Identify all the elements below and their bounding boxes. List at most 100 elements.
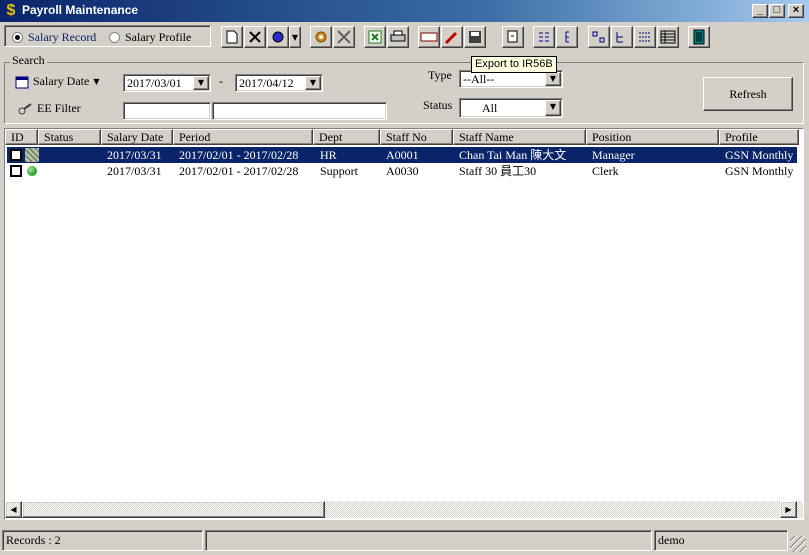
close-button[interactable]: × (788, 4, 804, 18)
new-button[interactable] (221, 26, 243, 48)
type-value: --All-- (463, 72, 495, 86)
payroll-grid (4, 128, 804, 520)
hatched-status-icon (25, 148, 39, 162)
scrollbar-thumb[interactable] (22, 501, 325, 518)
cell-salary-date: 2017/03/31 (107, 164, 162, 178)
payslip-button[interactable] (418, 26, 440, 48)
view-large-button[interactable] (588, 26, 610, 48)
cell-profile: GSN Monthly (725, 148, 794, 162)
calculate-button[interactable] (310, 26, 332, 48)
cell-position: Clerk (592, 164, 619, 178)
maximize-button[interactable]: □ (769, 4, 785, 18)
ee-filter-input-2[interactable] (212, 102, 387, 120)
copy-icon (507, 30, 518, 43)
blue-ball-icon (272, 31, 284, 43)
status-value: All (482, 101, 498, 115)
minimize-button[interactable]: _ (752, 4, 768, 18)
cell-staff-name: Chan Tai Man 陳大文 (459, 148, 567, 162)
view-tree-button[interactable] (611, 26, 633, 48)
date-separator: - (219, 74, 223, 88)
export-ir56b-tooltip: Export to IR56B (471, 56, 557, 73)
dropdown-arrow-icon: ▼ (291, 32, 299, 42)
refresh-button[interactable]: Refresh (703, 77, 793, 111)
status-middle (205, 530, 652, 551)
tree-view-icon (616, 32, 623, 43)
maximize-icon: □ (773, 4, 781, 16)
status-dropdown-icon[interactable]: ▼ (545, 100, 561, 116)
salary-date-label: Salary Date (33, 74, 90, 88)
row-checkbox[interactable] (10, 149, 22, 161)
batch-button[interactable] (333, 26, 355, 48)
radio-selected-icon[interactable] (12, 32, 23, 43)
copy-button[interactable] (502, 26, 524, 48)
list-view-icon (639, 32, 651, 42)
cell-dept: Support (320, 164, 359, 178)
print-button[interactable] (387, 26, 409, 48)
salary-profile-option[interactable]: Salary Profile (109, 30, 191, 45)
radio-unselected-icon[interactable] (109, 32, 120, 43)
large-icons-icon (592, 31, 605, 43)
ee-filter-input-1[interactable] (123, 102, 211, 120)
export-pen-icon (444, 31, 458, 45)
green-dot-icon (27, 166, 37, 176)
status-select[interactable]: All ▼ (459, 98, 563, 118)
table-row[interactable]: 2017/03/31 2017/02/01 - 2017/02/28 HR A0… (7, 147, 797, 163)
title-bar[interactable]: $ Payroll Maintenance _ □ × (0, 0, 809, 22)
records-count: Records : 2 (2, 530, 203, 551)
status-button[interactable] (267, 26, 289, 48)
type-label: Type (428, 68, 452, 82)
row-checkbox[interactable] (10, 165, 22, 177)
printer-icon (390, 30, 406, 42)
ee-filter-control[interactable]: EE Filter (17, 101, 81, 116)
salary-record-option[interactable]: Salary Record (12, 30, 96, 45)
exit-door-icon (693, 29, 705, 45)
gear-icon (315, 31, 327, 43)
scroll-left-icon[interactable]: ◀ (5, 501, 22, 518)
column-button[interactable] (556, 26, 578, 48)
salary-date-selector[interactable]: Salary Date ▼ (15, 74, 99, 89)
view-details-button[interactable] (657, 26, 679, 48)
check-list-button[interactable] (533, 26, 555, 48)
column-header-profile[interactable]: Profile (719, 129, 799, 145)
status-dropdown-button[interactable]: ▼ (289, 26, 301, 48)
cell-salary-date: 2017/03/31 (107, 148, 162, 162)
cell-dept: HR (320, 148, 337, 162)
floppy-disk-icon (469, 31, 481, 43)
cell-staff-name: Staff 30 員工30 (459, 164, 537, 178)
column-header-status[interactable]: Status (38, 129, 101, 145)
scroll-right-icon[interactable]: ▶ (780, 501, 797, 518)
exit-button[interactable] (688, 26, 710, 48)
export-excel-button[interactable] (364, 26, 386, 48)
delete-x-icon (249, 31, 261, 43)
search-group-label: Search (10, 53, 47, 68)
table-row[interactable]: 2017/03/31 2017/02/01 - 2017/02/28 Suppo… (7, 163, 797, 179)
type-dropdown-icon[interactable]: ▼ (545, 72, 561, 86)
column-header-dept[interactable]: Dept (313, 129, 380, 145)
date-from-value: 2017/03/01 (127, 76, 182, 90)
new-document-icon (226, 30, 238, 44)
save-button[interactable] (464, 26, 486, 48)
date-to-dropdown-icon[interactable]: ▼ (305, 76, 321, 90)
export-ir56b-button[interactable] (441, 26, 463, 48)
column-header-id[interactable]: ID (5, 129, 38, 145)
date-from-dropdown-icon[interactable]: ▼ (193, 76, 209, 90)
column-header-period[interactable]: Period (173, 129, 313, 145)
delete-button[interactable] (244, 26, 266, 48)
salary-record-label: Salary Record (28, 30, 97, 44)
column-header-staff-name[interactable]: Staff Name (453, 129, 586, 145)
dollar-sign-icon: $ (6, 2, 16, 19)
column-header-salary-date[interactable]: Salary Date (101, 129, 173, 145)
checklist-icon (539, 32, 549, 42)
cell-profile: GSN Monthly (725, 164, 794, 178)
minimize-icon: _ (756, 4, 764, 16)
column-header-staff-no[interactable]: Staff No (380, 129, 453, 145)
date-from-input[interactable]: 2017/03/01 ▼ (123, 74, 211, 92)
status-label: Status (423, 98, 453, 112)
column-header-position[interactable]: Position (586, 129, 719, 145)
resize-grip-icon[interactable] (790, 536, 806, 552)
date-to-input[interactable]: 2017/04/12 ▼ (235, 74, 323, 92)
window-title: Payroll Maintenance (22, 3, 139, 17)
view-list-button[interactable] (634, 26, 656, 48)
details-view-icon (660, 30, 676, 44)
current-user: demo (654, 530, 788, 551)
